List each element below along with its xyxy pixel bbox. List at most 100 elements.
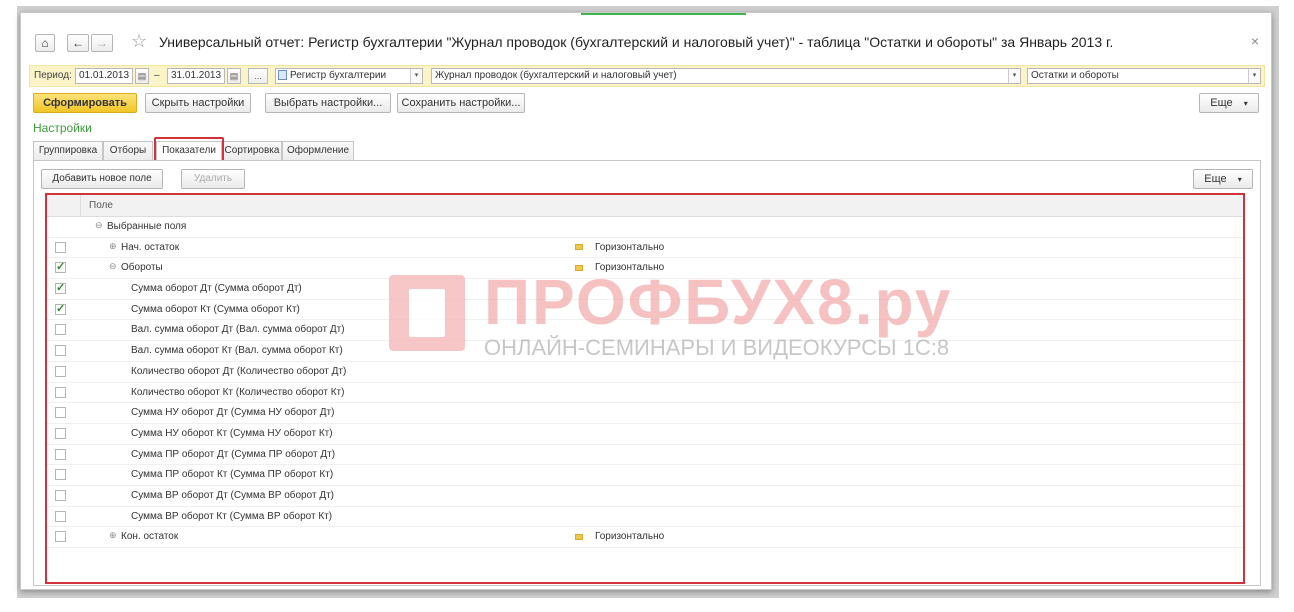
row-checkbox[interactable]: [55, 324, 66, 336]
window-title: Универсальный отчет: Регистр бухгалтерии…: [159, 34, 1114, 50]
table-row[interactable]: Количество оборот Кт (Количество оборот …: [47, 383, 1243, 404]
row-checkbox[interactable]: ✓: [55, 282, 66, 295]
table-row[interactable]: ✓ Сумма оборот Кт (Сумма оборот Кт): [47, 300, 1243, 321]
row-layout-label: Горизонтально: [595, 531, 665, 543]
settings-title: Настройки: [33, 121, 92, 135]
row-field-label: Сумма оборот Дт (Сумма оборот Дт): [131, 283, 302, 295]
calendar-from-button[interactable]: ▤: [135, 68, 149, 84]
date-to-field[interactable]: 31.01.2013: [167, 68, 225, 84]
table-row[interactable]: Вал. сумма оборот Дт (Вал. сумма оборот …: [47, 320, 1243, 342]
register-value: Журнал проводок (бухгалтерский и налогов…: [435, 70, 677, 81]
add-field-button[interactable]: Добавить новое поле: [41, 169, 163, 189]
field-column-header: Поле: [89, 200, 113, 211]
calendar-to-button[interactable]: ▤: [227, 68, 241, 84]
row-checkbox[interactable]: [55, 469, 66, 481]
row-field-label: Сумма ВР оборот Кт (Сумма ВР оборот Кт): [131, 510, 333, 522]
folder-icon: [575, 264, 583, 271]
row-field-label: Сумма ВР оборот Дт (Сумма ВР оборот Дт): [131, 489, 335, 501]
expand-icon[interactable]: ⊕: [109, 530, 117, 541]
checkbox-column-header: [47, 195, 81, 217]
row-checkbox[interactable]: [55, 407, 66, 419]
row-field-label: Сумма ПР оборот Дт (Сумма ПР оборот Дт): [131, 448, 336, 460]
source-type-value: Регистр бухгалтерии: [290, 70, 387, 81]
table-row[interactable]: Сумма НУ оборот Дт (Сумма НУ оборот Дт): [47, 403, 1243, 424]
folder-icon: [575, 244, 583, 251]
date-from-field[interactable]: 01.01.2013: [75, 68, 133, 84]
table-row[interactable]: Вал. сумма оборот Кт (Вал. сумма оборот …: [47, 341, 1243, 362]
dropdown-arrow-icon: ▾: [1008, 69, 1020, 83]
table-row[interactable]: Сумма ВР оборот Дт (Сумма ВР оборот Дт): [47, 486, 1243, 507]
row-layout-label: Горизонтально: [595, 262, 665, 274]
panel-more-button[interactable]: Еще ▾: [1193, 169, 1253, 189]
more-button[interactable]: Еще ▾: [1199, 93, 1259, 113]
table-select[interactable]: Остатки и обороты ▾: [1027, 68, 1261, 84]
period-select-button[interactable]: ...: [248, 68, 268, 84]
row-checkbox[interactable]: [55, 241, 66, 253]
chevron-down-icon: ▾: [1243, 99, 1248, 108]
table-row[interactable]: ⊕ Кон. остаток Горизонтально: [47, 527, 1243, 548]
home-icon: ⌂: [41, 36, 49, 50]
tab-grouping[interactable]: Группировка: [33, 141, 103, 161]
row-field-label: Количество оборот Кт (Количество оборот …: [131, 386, 345, 398]
row-field-label: Количество оборот Дт (Количество оборот …: [131, 365, 347, 377]
hide-settings-button[interactable]: Скрыть настройки: [145, 93, 251, 113]
table-row[interactable]: Количество оборот Дт (Количество оборот …: [47, 362, 1243, 383]
row-field-label: Сумма НУ оборот Кт (Сумма НУ оборот Кт): [131, 427, 333, 439]
report-window: ⌂ ← → ☆ Универсальный отчет: Регистр бух…: [20, 12, 1272, 590]
row-checkbox[interactable]: [55, 427, 66, 439]
tab-filters[interactable]: Отборы: [103, 141, 153, 161]
tab-sorting[interactable]: Сортировка: [222, 141, 282, 161]
register-select[interactable]: Журнал проводок (бухгалтерский и налогов…: [431, 68, 1021, 84]
row-field-label: Выбранные поля: [107, 221, 187, 232]
calendar-icon: ▤: [137, 71, 147, 81]
close-icon[interactable]: ×: [1251, 33, 1259, 49]
forward-button[interactable]: →: [91, 34, 113, 52]
row-checkbox[interactable]: [55, 365, 66, 377]
choose-settings-button[interactable]: Выбрать настройки...: [265, 93, 391, 113]
collapse-icon[interactable]: ⊖: [109, 261, 117, 272]
row-field-label: Нач. остаток: [121, 241, 180, 253]
collapse-icon[interactable]: ⊖: [95, 220, 103, 231]
chevron-down-icon: ▾: [1237, 175, 1242, 184]
save-settings-button[interactable]: Сохранить настройки...: [397, 93, 525, 113]
row-checkbox[interactable]: [55, 531, 66, 543]
table-row[interactable]: ✓ ⊖ Обороты Горизонтально: [47, 258, 1243, 280]
row-field-label: Сумма ПР оборот Кт (Сумма ПР оборот Кт): [131, 469, 334, 481]
delete-button[interactable]: Удалить: [181, 169, 245, 189]
row-layout-label: Горизонтально: [595, 241, 665, 253]
generate-button[interactable]: Сформировать: [33, 93, 137, 113]
row-field-label: Кон. остаток: [121, 531, 179, 543]
fields-table: Поле ⊖ Выбранные поля ⊕ Нач. остаток Горизон…: [45, 193, 1245, 584]
arrow-left-icon: ←: [72, 36, 84, 50]
row-checkbox[interactable]: [55, 386, 66, 398]
expand-icon[interactable]: ⊕: [109, 241, 117, 252]
calendar-icon: ▤: [229, 71, 239, 81]
table-row[interactable]: ⊖ Выбранные поля: [47, 217, 1243, 238]
table-row[interactable]: Сумма ПР оборот Кт (Сумма ПР оборот Кт): [47, 465, 1243, 486]
row-layout-cell[interactable]: Горизонтально: [575, 242, 664, 253]
table-header: Поле: [47, 195, 1243, 217]
row-field-label: Сумма оборот Кт (Сумма оборот Кт): [131, 303, 300, 315]
table-row[interactable]: ✓ Сумма оборот Дт (Сумма оборот Дт): [47, 279, 1243, 300]
row-checkbox[interactable]: ✓: [55, 303, 66, 315]
row-field-label: Вал. сумма оборот Дт (Вал. сумма оборот …: [131, 324, 345, 336]
row-layout-cell[interactable]: Горизонтально: [575, 531, 664, 542]
row-checkbox[interactable]: [55, 489, 66, 501]
dropdown-arrow-icon: ▾: [1248, 69, 1260, 83]
row-checkbox[interactable]: [55, 345, 66, 357]
table-row[interactable]: ⊕ Нач. остаток Горизонтально: [47, 238, 1243, 259]
source-type-select[interactable]: Регистр бухгалтерии ▾: [275, 68, 423, 84]
table-row[interactable]: Сумма ВР оборот Кт (Сумма ВР оборот Кт): [47, 507, 1243, 528]
tab-formatting[interactable]: Оформление: [282, 141, 354, 161]
back-button[interactable]: ←: [67, 34, 89, 52]
checkmark-icon: ✓: [56, 261, 66, 274]
checkmark-icon: ✓: [56, 282, 66, 295]
favorite-star-icon[interactable]: ☆: [131, 31, 147, 52]
row-checkbox[interactable]: ✓: [55, 261, 66, 274]
row-checkbox[interactable]: [55, 448, 66, 460]
row-checkbox[interactable]: [55, 510, 66, 522]
table-row[interactable]: Сумма ПР оборот Дт (Сумма ПР оборот Дт): [47, 445, 1243, 466]
table-row[interactable]: Сумма НУ оборот Кт (Сумма НУ оборот Кт): [47, 424, 1243, 445]
home-button[interactable]: ⌂: [35, 34, 55, 52]
row-layout-cell[interactable]: Горизонтально: [575, 262, 664, 273]
